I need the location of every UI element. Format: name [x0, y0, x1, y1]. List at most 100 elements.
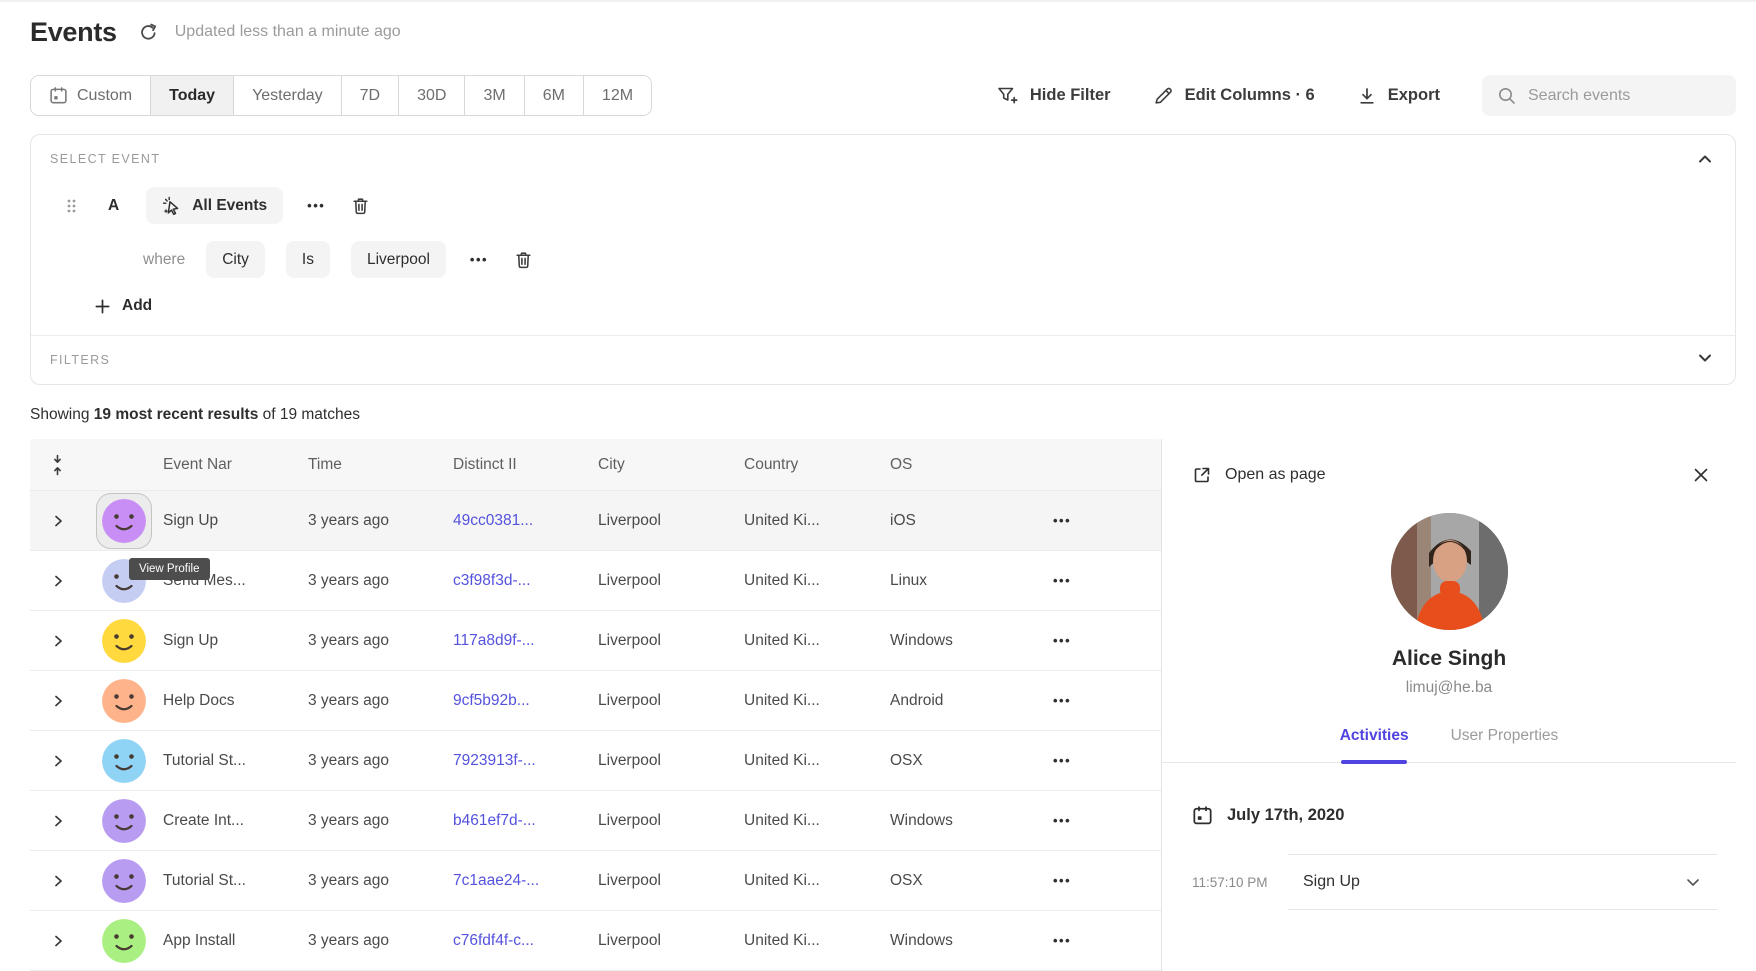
row-expander[interactable]	[30, 633, 85, 649]
distinct-id-link[interactable]: c76fdf4f-c...	[453, 932, 598, 950]
row-actions-button[interactable]: •••	[1053, 633, 1071, 648]
event-name: Help Docs	[163, 692, 308, 710]
avatar-face-icon	[102, 499, 146, 543]
city-cell: Liverpool	[598, 872, 744, 890]
event-name: Tutorial St...	[163, 752, 308, 770]
pencil-icon	[1153, 85, 1174, 106]
row-expander[interactable]	[30, 873, 85, 889]
activity-event-row[interactable]: Sign Up	[1288, 854, 1717, 910]
table-row[interactable]: Create Int... 3 years ago b461ef7d-... L…	[30, 791, 1161, 851]
row-expander[interactable]	[30, 573, 85, 589]
distinct-id-link[interactable]: c3f98f3d-...	[453, 572, 598, 590]
filter-more-button[interactable]: •••	[470, 252, 488, 267]
row-actions-button[interactable]: •••	[1053, 873, 1071, 888]
user-avatar[interactable]	[102, 679, 146, 723]
events-page: Events Updated less than a minute ago Cu…	[0, 2, 1756, 971]
chevron-up-icon	[1696, 151, 1714, 167]
filter-property-chip[interactable]: City	[206, 241, 265, 278]
column-header-country[interactable]: Country	[744, 456, 890, 474]
table-row[interactable]: Help Docs 3 years ago 9cf5b92b... Liverp…	[30, 671, 1161, 731]
event-selector-chip[interactable]: All Events	[146, 187, 283, 224]
profile-email: limuj@he.ba	[1162, 679, 1736, 697]
filters-section[interactable]: FILTERS	[31, 336, 1735, 384]
row-expander[interactable]	[30, 693, 85, 709]
trash-icon	[514, 250, 533, 270]
event-time: 3 years ago	[308, 572, 453, 590]
distinct-id-link[interactable]: 7c1aae24-...	[453, 872, 598, 890]
chevron-right-icon	[51, 753, 65, 769]
calendar-icon	[1192, 805, 1213, 826]
tab-user-properties[interactable]: User Properties	[1449, 727, 1561, 762]
date-range-3m[interactable]: 3M	[464, 76, 523, 115]
distinct-id-link[interactable]: 117a8d9f-...	[453, 632, 598, 650]
os-cell: Android	[890, 692, 1041, 710]
user-avatar[interactable]	[102, 619, 146, 663]
row-actions-button[interactable]: •••	[1053, 573, 1071, 588]
profile-name: Alice Singh	[1162, 647, 1736, 671]
add-label: Add	[122, 297, 152, 315]
row-actions-button[interactable]: •••	[1053, 513, 1071, 528]
column-header-event-name[interactable]: Event Nar	[163, 456, 308, 474]
filter-operator-chip[interactable]: Is	[286, 241, 330, 278]
collapse-card-button[interactable]	[1696, 151, 1714, 167]
distinct-id-link[interactable]: 49cc0381...	[453, 512, 598, 530]
results-suffix: of 19 matches	[258, 406, 360, 423]
delete-event-button[interactable]	[351, 196, 370, 216]
distinct-id-link[interactable]: b461ef7d-...	[453, 812, 598, 830]
filter-value-chip[interactable]: Liverpool	[351, 241, 446, 278]
open-as-page-button[interactable]: Open as page	[1192, 465, 1326, 485]
distinct-id-link[interactable]: 7923913f-...	[453, 752, 598, 770]
row-actions-button[interactable]: •••	[1053, 933, 1071, 948]
date-range-today[interactable]: Today	[150, 76, 233, 115]
drag-handle[interactable]	[66, 198, 77, 214]
date-range-7d[interactable]: 7D	[341, 76, 398, 115]
date-range-12m[interactable]: 12M	[583, 76, 651, 115]
table-row[interactable]: Sign Up 3 years ago 49cc0381... Liverpoo…	[30, 491, 1161, 551]
column-header-city[interactable]: City	[598, 456, 744, 474]
column-header-time[interactable]: Time	[308, 456, 453, 474]
distinct-id-link[interactable]: 9cf5b92b...	[453, 692, 598, 710]
user-avatar[interactable]	[102, 799, 146, 843]
hide-filter-button[interactable]: Hide Filter	[996, 85, 1111, 106]
row-expander[interactable]	[30, 933, 85, 949]
column-header-os[interactable]: OS	[890, 456, 1041, 474]
expand-filters-button[interactable]	[1696, 350, 1714, 366]
date-range-yesterday[interactable]: Yesterday	[233, 76, 341, 115]
table-row[interactable]: App Install 3 years ago c76fdf4f-c... Li…	[30, 911, 1161, 971]
table-row[interactable]: Tutorial St... 3 years ago 7923913f-... …	[30, 731, 1161, 791]
row-actions-button[interactable]: •••	[1053, 813, 1071, 828]
edit-columns-button[interactable]: Edit Columns · 6	[1153, 85, 1315, 106]
row-expander[interactable]	[30, 753, 85, 769]
row-actions-button[interactable]: •••	[1053, 693, 1071, 708]
user-avatar[interactable]	[102, 919, 146, 963]
table-row[interactable]: Tutorial St... 3 years ago 7c1aae24-... …	[30, 851, 1161, 911]
collapse-rows-icon[interactable]	[51, 454, 64, 476]
search-input[interactable]	[1482, 75, 1736, 116]
where-filter-row: where City Is Liverpool •••	[143, 241, 1735, 278]
date-range-custom-label: Custom	[77, 87, 132, 105]
event-more-button[interactable]: •••	[307, 198, 325, 213]
user-avatar[interactable]	[96, 493, 152, 549]
chevron-right-icon	[51, 873, 65, 889]
row-expander[interactable]	[30, 513, 85, 529]
refresh-button[interactable]	[139, 23, 158, 42]
row-expander[interactable]	[30, 813, 85, 829]
event-time: 3 years ago	[308, 632, 453, 650]
delete-filter-button[interactable]	[514, 250, 533, 270]
table-row[interactable]: Sign Up 3 years ago 117a8d9f-... Liverpo…	[30, 611, 1161, 671]
date-range-6m[interactable]: 6M	[524, 76, 583, 115]
tab-activities[interactable]: Activities	[1338, 727, 1411, 762]
close-panel-button[interactable]	[1692, 466, 1710, 484]
export-button[interactable]: Export	[1357, 86, 1440, 106]
profile-photo	[1391, 513, 1508, 630]
event-time: 3 years ago	[308, 932, 453, 950]
date-range-30d[interactable]: 30D	[398, 76, 464, 115]
column-header-distinct-id[interactable]: Distinct II	[453, 456, 598, 474]
user-avatar[interactable]	[102, 739, 146, 783]
date-range-custom[interactable]: Custom	[31, 76, 150, 115]
row-actions-button[interactable]: •••	[1053, 753, 1071, 768]
user-avatar[interactable]	[102, 859, 146, 903]
page-header: Events Updated less than a minute ago	[30, 16, 1736, 48]
os-cell: Windows	[890, 632, 1041, 650]
add-event-button[interactable]: Add	[94, 297, 152, 315]
